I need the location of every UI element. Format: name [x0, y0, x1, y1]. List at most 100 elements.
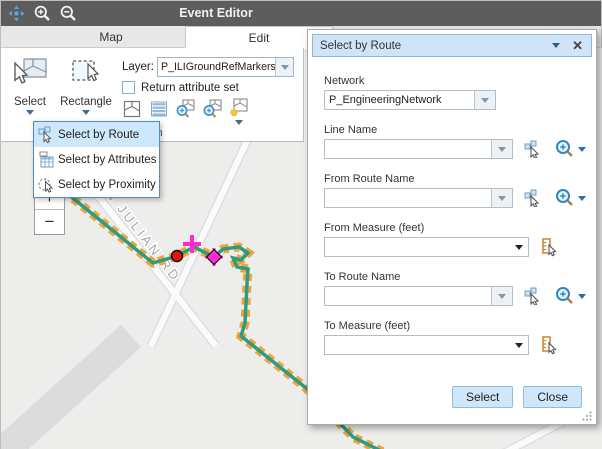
tab-map[interactable]: Map [37, 26, 185, 48]
from-route-dropdown-button[interactable] [491, 189, 512, 207]
to-measure-combobox[interactable] [324, 335, 529, 355]
zoom-options-caret[interactable] [578, 294, 586, 299]
line-name-combobox[interactable] [324, 139, 513, 159]
line-name-dropdown-button[interactable] [491, 140, 512, 158]
return-attribute-set-row: Return attribute set [122, 81, 239, 94]
from-measure-combobox[interactable] [324, 237, 529, 257]
to-measure-row [324, 335, 586, 355]
to-route-combobox[interactable] [324, 286, 513, 306]
rectangle-tool-label: Rectangle [55, 96, 117, 108]
line-name-select-on-map-button[interactable] [524, 140, 542, 158]
from-measure-input[interactable] [325, 238, 510, 256]
to-route-dropdown-button[interactable] [491, 287, 512, 305]
show-attributes-button[interactable] [147, 97, 170, 120]
select-tool-dropdown-caret[interactable] [26, 110, 34, 115]
panel-buttons: Select Close [452, 386, 582, 408]
panel-body: Network Line Name [324, 75, 586, 369]
select-by-attributes-icon [38, 151, 54, 168]
panel-close-icon[interactable]: ✕ [572, 39, 583, 52]
from-route-input[interactable] [325, 189, 491, 207]
line-name-zoom-button[interactable] [555, 139, 586, 159]
return-attribute-set-label: Return attribute set [141, 82, 239, 94]
selection-options-icon [228, 97, 249, 118]
rectangle-tool-button[interactable]: Rectangle [55, 57, 117, 115]
zoom-magnifier-icon [555, 188, 575, 208]
from-route-combobox[interactable] [324, 188, 513, 208]
selection-options-caret[interactable] [235, 120, 243, 125]
selection-options-button[interactable] [228, 97, 249, 125]
road-wide-gray [1, 336, 131, 449]
from-route-select-on-map-button[interactable] [524, 189, 542, 207]
select-by-route-panel: Select by Route ✕ Network Line Name [307, 29, 597, 425]
to-route-row [324, 286, 586, 306]
zoom-magnifier-icon [555, 139, 575, 159]
select-on-map-icon [524, 189, 542, 207]
network-row [324, 90, 586, 110]
return-attribute-set-checkbox[interactable] [122, 81, 135, 94]
menu-item-select-by-attributes[interactable]: Select by Attributes [34, 147, 159, 172]
line-name-input[interactable] [325, 140, 491, 158]
zoom-options-caret[interactable] [578, 196, 586, 201]
layer-combobox[interactable]: P_ILIGroundRefMarkers [157, 57, 294, 77]
select-by-route-icon [38, 126, 54, 143]
network-input[interactable] [325, 91, 474, 109]
network-combobox[interactable] [324, 90, 496, 110]
select-dropdown-menu: Select by Route Select by Attributes Sel… [33, 121, 160, 198]
select-by-proximity-icon [38, 176, 54, 193]
layer-dropdown-button[interactable] [275, 58, 293, 76]
menu-item-label: Select by Route [58, 129, 139, 141]
attributes-table-icon [149, 99, 169, 119]
panel-collapse-caret[interactable] [552, 43, 560, 48]
app-title: Event Editor [179, 6, 253, 20]
map-zoom-out-button[interactable]: − [35, 210, 64, 234]
zoom-options-caret[interactable] [578, 147, 586, 152]
to-measure-pick-on-map-button[interactable] [540, 336, 559, 355]
layer-label: Layer: [122, 61, 154, 73]
select-on-map-icon [524, 287, 542, 305]
menu-item-select-by-proximity[interactable]: Select by Proximity [34, 172, 159, 197]
menu-item-select-by-route[interactable]: Select by Route [34, 122, 159, 147]
panel-resize-grip[interactable] [582, 410, 593, 421]
to-measure-dropdown-button[interactable] [510, 336, 528, 354]
network-dropdown-button[interactable] [474, 91, 495, 109]
menu-item-label: Select by Proximity [58, 179, 156, 191]
marker-red-point[interactable] [172, 251, 183, 262]
road-label: N JULIAN RD [103, 187, 185, 285]
line-name-row [324, 139, 586, 159]
measure-ruler-icon [540, 336, 559, 355]
zoom-to-selection-button[interactable] [174, 97, 197, 120]
zoom-out-icon[interactable] [59, 4, 78, 23]
pan-to-selection-button[interactable] [201, 97, 224, 120]
measure-ruler-icon [540, 238, 559, 257]
menu-item-label: Select by Attributes [58, 154, 156, 166]
from-measure-dropdown-button[interactable] [510, 238, 528, 256]
to-measure-label: To Measure (feet) [324, 320, 586, 332]
zoom-in-icon[interactable] [33, 4, 52, 23]
select-by-polygon-button[interactable] [120, 97, 143, 120]
panel-title: Select by Route [313, 40, 552, 52]
polygon-icon [122, 99, 142, 119]
pan-icon[interactable] [7, 4, 26, 23]
from-route-label: From Route Name [324, 173, 586, 185]
rectangle-tool-icon [68, 57, 104, 90]
to-route-label: To Route Name [324, 271, 586, 283]
close-button[interactable]: Close [523, 386, 582, 408]
from-route-zoom-button[interactable] [555, 188, 586, 208]
to-measure-input[interactable] [325, 336, 510, 354]
panel-header[interactable]: Select by Route ✕ [312, 34, 592, 57]
from-measure-pick-on-map-button[interactable] [540, 238, 559, 257]
select-button[interactable]: Select [452, 386, 513, 408]
to-route-input[interactable] [325, 287, 491, 305]
select-on-map-icon [524, 140, 542, 158]
line-name-label: Line Name [324, 124, 586, 136]
from-route-row [324, 188, 586, 208]
select-tool-icon [12, 57, 48, 90]
from-measure-row [324, 237, 586, 257]
select-tool-button[interactable]: Select [5, 57, 55, 115]
network-label: Network [324, 75, 586, 87]
to-route-zoom-button[interactable] [555, 286, 586, 306]
event-editor-window: Event Editor Map Edit Review Select Rect… [0, 0, 602, 449]
to-route-select-on-map-button[interactable] [524, 287, 542, 305]
from-measure-label: From Measure (feet) [324, 222, 586, 234]
rectangle-tool-dropdown-caret[interactable] [82, 110, 90, 115]
